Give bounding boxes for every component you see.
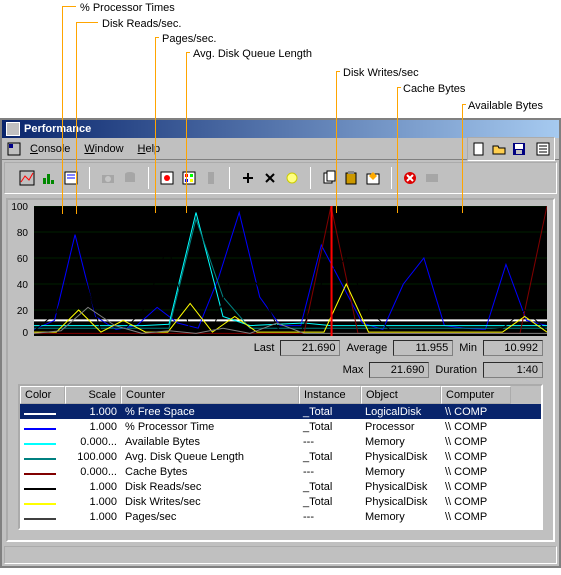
view-report-icon[interactable]: [61, 168, 81, 188]
stats-row-1: Last 21.690 Average 11.955 Min 10.992: [14, 336, 547, 358]
table-row[interactable]: 1.000Disk Reads/sec_TotalPhysicalDisk\\ …: [20, 479, 541, 494]
view-chart-icon[interactable]: [17, 168, 37, 188]
th-color[interactable]: Color: [20, 386, 65, 404]
stat-avg-value: 11.955: [393, 340, 453, 356]
status-bar: [4, 546, 557, 564]
save-icon[interactable]: [509, 139, 529, 159]
callout-pages: Pages/sec.: [162, 33, 216, 45]
stat-min-value: 10.992: [483, 340, 543, 356]
table-row[interactable]: 1.000Disk Writes/sec_TotalPhysicalDisk\\…: [20, 494, 541, 509]
view-histogram-icon[interactable]: [39, 168, 59, 188]
chart-svg: [34, 206, 547, 336]
y-tick: 80: [17, 228, 28, 239]
performance-window: Performance Console Window Help: [0, 118, 561, 568]
stat-max-label: Max: [343, 364, 364, 376]
clear-display-icon[interactable]: [157, 168, 177, 188]
table-row[interactable]: 0.000...Cache Bytes---Memory\\ COMP: [20, 464, 541, 479]
th-counter[interactable]: Counter: [121, 386, 299, 404]
table-row[interactable]: 1.000Pages/sec---Memory\\ COMP: [20, 509, 541, 524]
properties-icon[interactable]: [533, 139, 553, 159]
callout-available-bytes: Available Bytes: [468, 100, 543, 112]
stat-dur-label: Duration: [435, 364, 477, 376]
graph-toolbar: [4, 162, 557, 194]
menu-bar: Console Window Help: [2, 138, 559, 160]
callout-pct-processor: % Processor Times: [80, 2, 175, 14]
callout-disk-reads: Disk Reads/sec.: [102, 18, 181, 30]
delete-counter-icon[interactable]: [260, 168, 280, 188]
options-icon[interactable]: [179, 168, 199, 188]
menu-console[interactable]: Console: [24, 141, 76, 157]
counter-table: Color Scale Counter Instance Object Comp…: [18, 384, 543, 530]
table-row[interactable]: 100.000Avg. Disk Queue Length_TotalPhysi…: [20, 449, 541, 464]
bookmark-icon: [201, 168, 221, 188]
th-object[interactable]: Object: [361, 386, 441, 404]
freeze-icon[interactable]: [400, 168, 420, 188]
stat-max-value: 21.690: [369, 362, 429, 378]
y-tick: 40: [17, 280, 28, 291]
th-scale[interactable]: Scale: [65, 386, 121, 404]
stat-avg-label: Average: [346, 342, 387, 354]
database-icon: [120, 168, 140, 188]
table-row[interactable]: 0.000...Available Bytes---Memory\\ COMP: [20, 434, 541, 449]
stat-last-label: Last: [254, 342, 275, 354]
window-title: Performance: [24, 123, 91, 135]
paste-icon[interactable]: [341, 168, 361, 188]
y-axis-labels: 100 80 60 40 20 0: [10, 206, 30, 336]
stat-min-label: Min: [459, 342, 477, 354]
callout-disk-writes: Disk Writes/sec: [343, 67, 419, 79]
callout-cache-bytes: Cache Bytes: [403, 83, 465, 95]
camera-icon: [98, 168, 118, 188]
open-icon[interactable]: [489, 139, 509, 159]
highlight-icon[interactable]: [282, 168, 302, 188]
properties-chart-icon[interactable]: [363, 168, 383, 188]
table-body[interactable]: 1.000% Free Space_TotalLogicalDisk\\ COM…: [20, 404, 541, 528]
y-tick: 0: [22, 328, 28, 339]
update-icon: [422, 168, 442, 188]
chart-area[interactable]: [34, 206, 547, 336]
title-bar[interactable]: Performance: [2, 120, 559, 138]
table-row[interactable]: 1.000% Processor Time_TotalProcessor\\ C…: [20, 419, 541, 434]
new-icon[interactable]: [469, 139, 489, 159]
system-menu-icon[interactable]: [6, 141, 22, 157]
table-header: Color Scale Counter Instance Object Comp…: [20, 386, 541, 404]
menu-help[interactable]: Help: [132, 141, 167, 157]
stat-last-value: 21.690: [280, 340, 340, 356]
app-icon: [6, 122, 20, 136]
callout-avg-disk-queue: Avg. Disk Queue Length: [193, 48, 312, 60]
stats-row-2: Max 21.690 Duration 1:40: [14, 358, 547, 380]
y-tick: 100: [11, 202, 28, 213]
th-computer[interactable]: Computer: [441, 386, 511, 404]
menu-toolbar: [467, 137, 555, 161]
chart-pane: 100 80 60 40 20 0 Last 21.690 Average 11…: [6, 198, 555, 542]
th-instance[interactable]: Instance: [299, 386, 361, 404]
y-tick: 60: [17, 254, 28, 265]
table-row[interactable]: 1.000% Free Space_TotalLogicalDisk\\ COM…: [20, 404, 541, 419]
add-counter-icon[interactable]: [238, 168, 258, 188]
y-tick: 20: [17, 306, 28, 317]
stat-dur-value: 1:40: [483, 362, 543, 378]
menu-window[interactable]: Window: [78, 141, 129, 157]
